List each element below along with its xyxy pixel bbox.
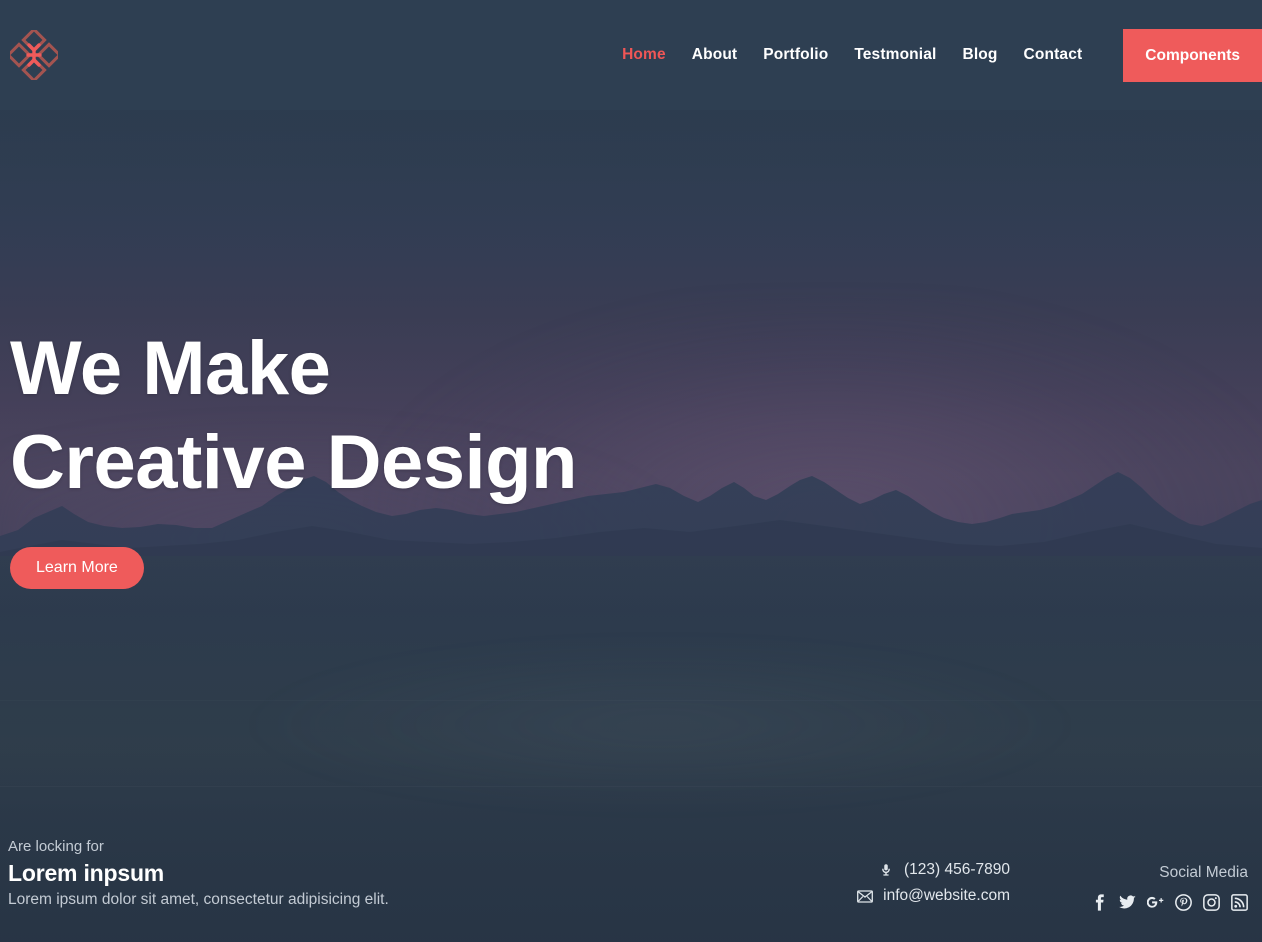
hero-title-line-1: We Make — [10, 326, 331, 411]
components-button[interactable]: Components — [1123, 28, 1262, 82]
footer-phone-number: (123) 456-7890 — [904, 861, 1010, 878]
instagram-icon[interactable] — [1203, 893, 1220, 911]
social-icons-list — [1091, 892, 1248, 912]
footer-eyebrow: Are locking for — [8, 838, 104, 855]
nav-link-testmonial[interactable]: Testmonial — [841, 0, 949, 110]
nav-link-portfolio[interactable]: Portfolio — [750, 0, 841, 110]
rss-icon[interactable] — [1231, 893, 1248, 911]
nav-link-blog[interactable]: Blog — [949, 0, 1010, 110]
footer-contact-block: (123) 456-7890 info@website.com — [810, 857, 1010, 909]
pinterest-icon[interactable] — [1175, 893, 1192, 911]
nav-link-home[interactable]: Home — [609, 0, 679, 110]
footer-email-address: info@website.com — [883, 887, 1010, 904]
footer-phone-row[interactable]: (123) 456-7890 — [810, 857, 1010, 883]
social-media-label: Social Media — [1159, 864, 1248, 881]
footer-heading: Lorem inpsum — [8, 860, 165, 886]
hero-footer-bar: Are locking for Lorem inpsum Lorem ipsum… — [0, 832, 1262, 942]
nav-link-about[interactable]: About — [679, 0, 751, 110]
googleplus-icon[interactable] — [1147, 894, 1164, 911]
phone-icon — [877, 861, 895, 879]
nav-links: Home About Portfolio Testmonial Blog Con… — [609, 0, 1095, 110]
nav-link-contact[interactable]: Contact — [1011, 0, 1096, 110]
hero-title-line-2: Creative Design — [10, 420, 577, 505]
site-header: Home About Portfolio Testmonial Blog Con… — [0, 0, 1262, 110]
hero-content: We Make Creative Design Learn More — [10, 322, 770, 589]
twitter-icon[interactable] — [1119, 894, 1136, 911]
footer-promo-block: Are locking for Lorem inpsum Lorem ipsum… — [8, 836, 389, 912]
footer-social-block: Social Media — [1091, 861, 1248, 912]
diamond-petals-logo-icon[interactable] — [10, 30, 58, 80]
facebook-icon[interactable] — [1091, 893, 1108, 911]
main-navigation: Home About Portfolio Testmonial Blog Con… — [609, 0, 1262, 110]
footer-subtext: Lorem ipsum dolor sit amet, consectetur … — [8, 891, 389, 908]
learn-more-button[interactable]: Learn More — [10, 547, 144, 589]
footer-email-row[interactable]: info@website.com — [810, 883, 1010, 909]
envelope-icon — [856, 887, 874, 905]
